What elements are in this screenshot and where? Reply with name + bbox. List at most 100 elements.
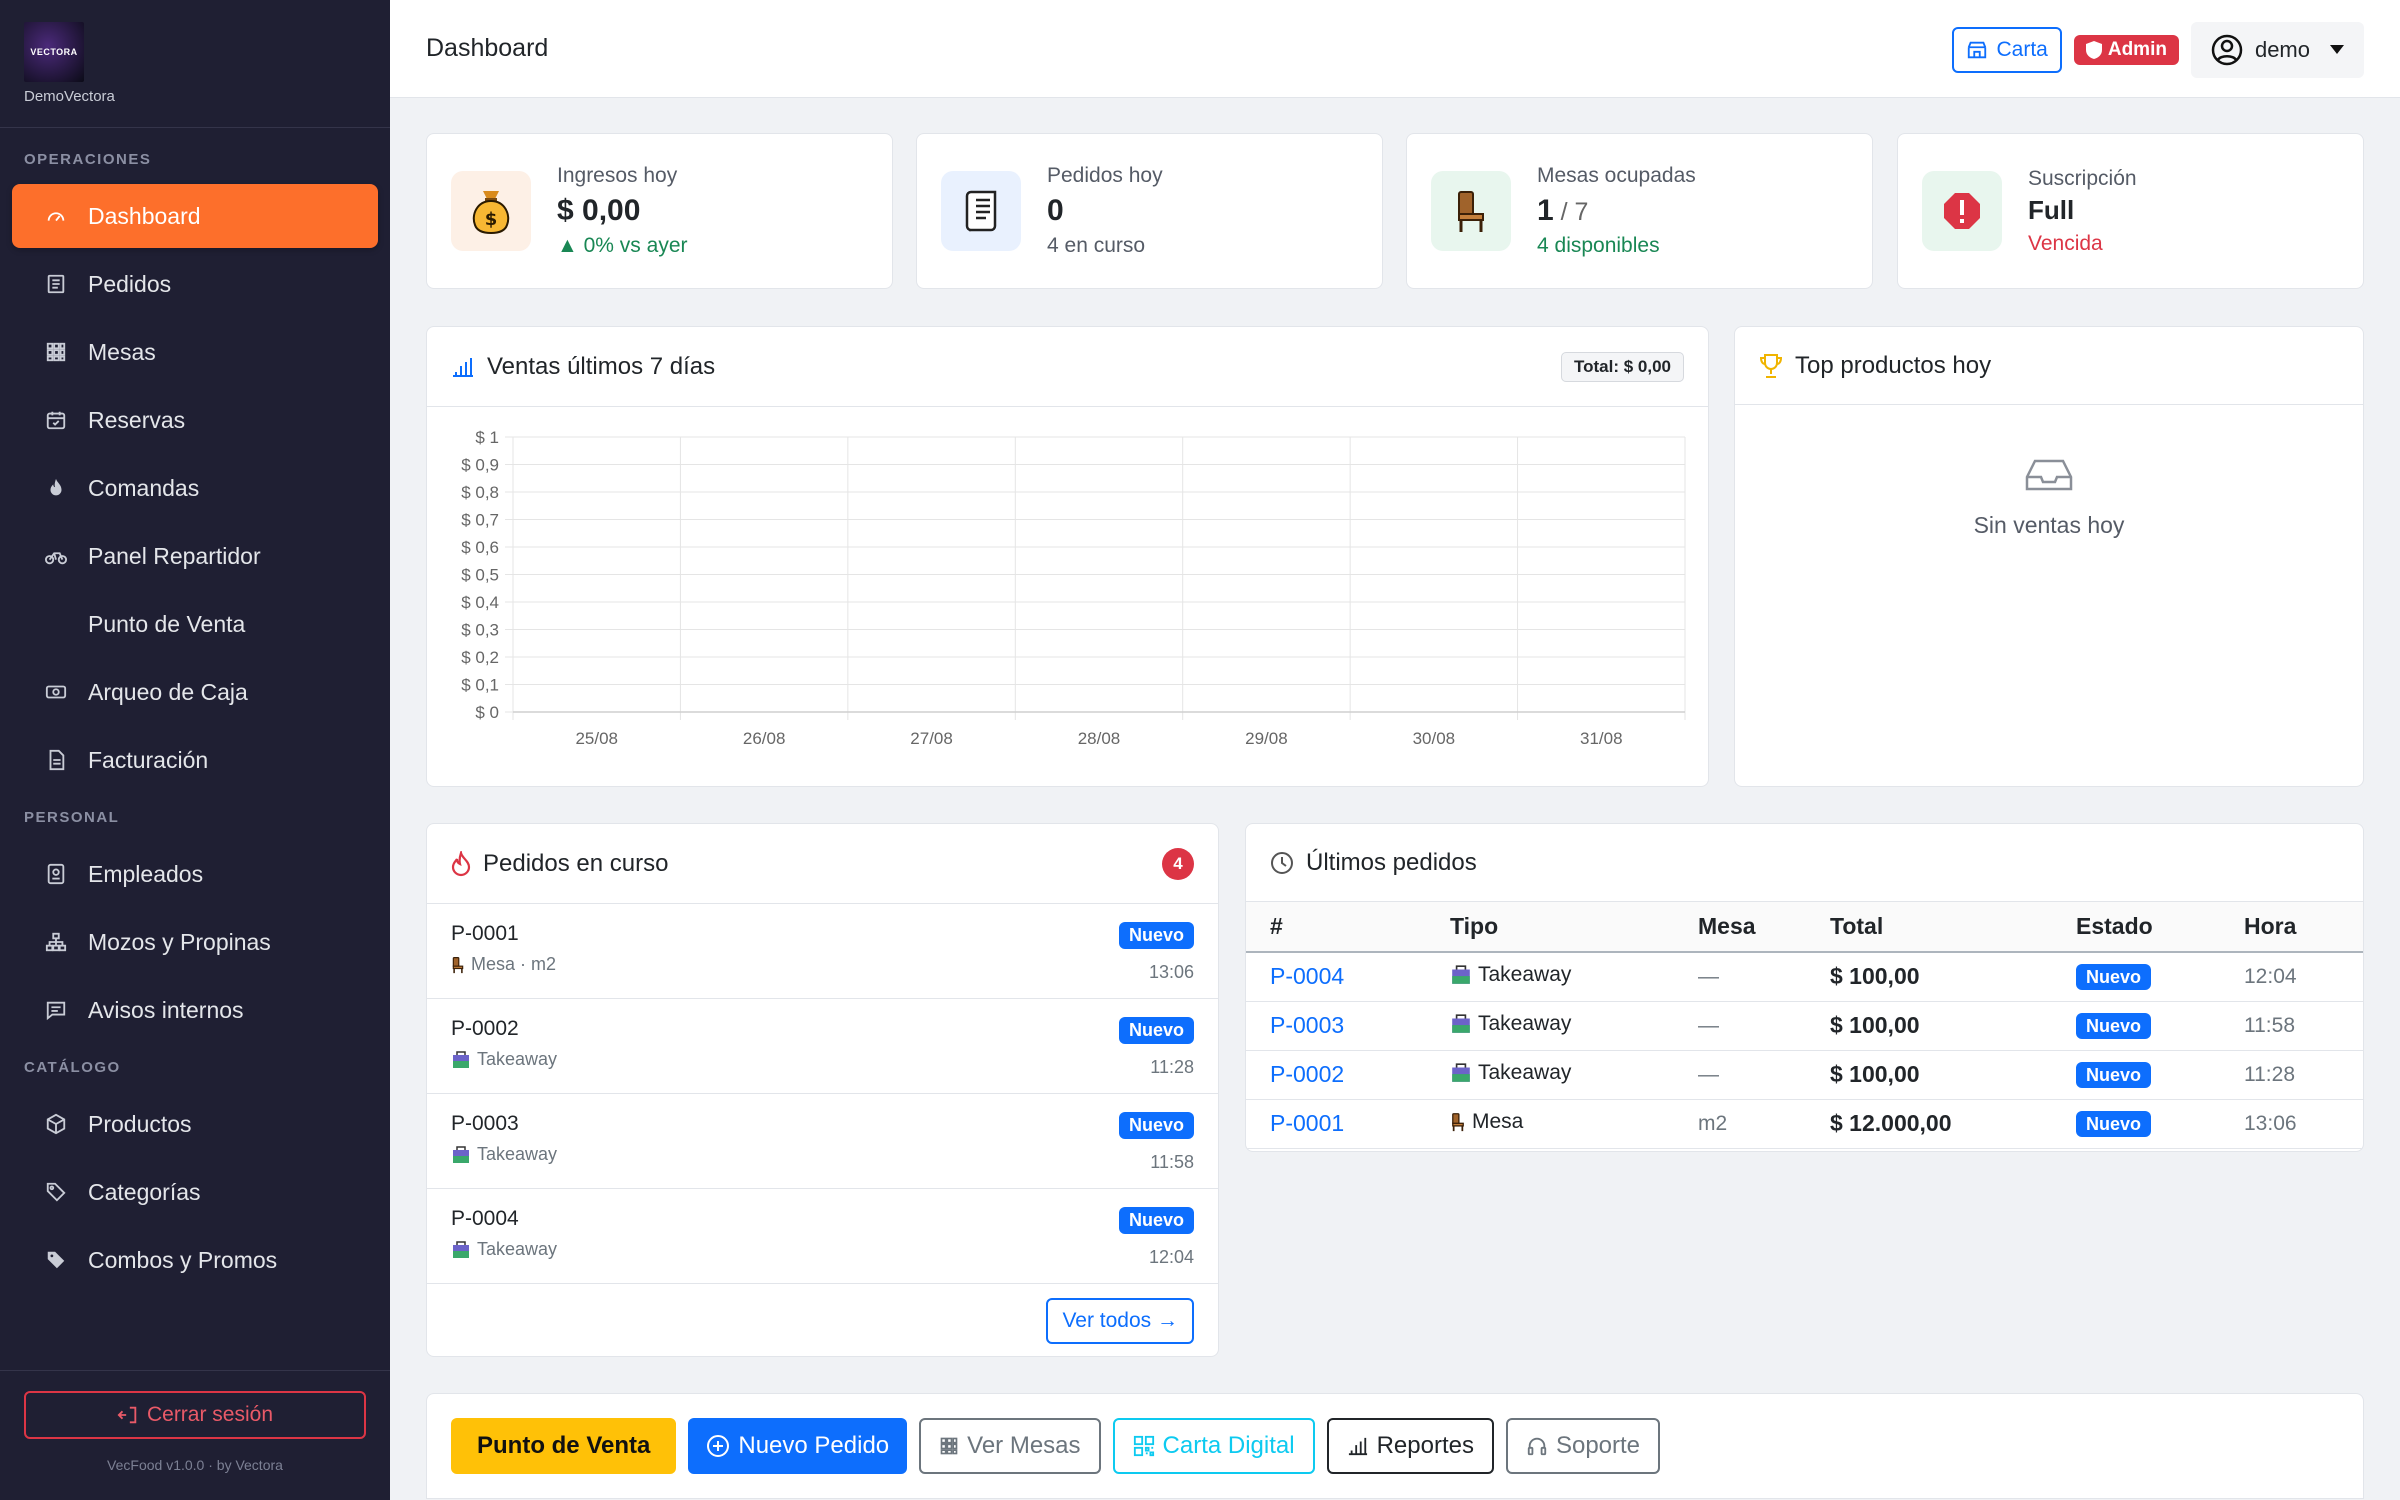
col-header[interactable]: Tipo (1426, 902, 1674, 953)
carta-button[interactable]: Carta (1952, 27, 2062, 73)
recent-orders-header: Últimos pedidos (1246, 824, 2363, 902)
sidebar-item-categorias[interactable]: Categorías (12, 1160, 378, 1224)
table-row[interactable]: P-0002 Takeaway — $ 100,00 Nuevo 11:28 (1246, 1050, 2363, 1100)
sidebar-item-comandas[interactable]: Comandas (12, 456, 378, 520)
list-item[interactable]: P-0003 Takeaway Nuevo 11:58 (427, 1094, 1218, 1189)
view-tables-button[interactable]: Ver Mesas (919, 1418, 1101, 1474)
list-item[interactable]: P-0004 Takeaway Nuevo 12:04 (427, 1189, 1218, 1284)
status-badge: Nuevo (2076, 1061, 2152, 1088)
stat-sub: 4 disponibles (1537, 234, 1660, 257)
stat-value: 1 (1537, 194, 1554, 227)
sidebar-item-label: Reservas (88, 406, 186, 433)
sidebar-item-pedidos[interactable]: Pedidos (12, 252, 378, 316)
sidebar-item-mozos-y-propinas[interactable]: Mozos y Propinas (12, 910, 378, 974)
order-time: 11:58 (2220, 1001, 2363, 1051)
order-table: — (1674, 952, 1806, 1002)
y-tick-label: $ 0 (475, 703, 499, 722)
stat-label: Suscripción (2028, 166, 2137, 190)
takeaway-bag-icon (451, 1145, 471, 1164)
see-all-button[interactable]: Ver todos → (1046, 1298, 1194, 1344)
pos-button[interactable]: Punto de Venta (451, 1418, 677, 1474)
sidebar-item-combos-y-promos[interactable]: Combos y Promos (12, 1228, 378, 1292)
stat-sub: 4 en curso (1047, 234, 1146, 257)
col-header[interactable]: Mesa (1674, 902, 1806, 953)
scroll-icon (941, 171, 1021, 251)
sidebar-item-reservas[interactable]: Reservas (12, 388, 378, 452)
sidebar-item-avisos-internos[interactable]: Avisos internos (12, 978, 378, 1042)
user-dropdown[interactable]: demo (2190, 22, 2364, 78)
sales-chart-card: Ventas últimos 7 días Total: $ 0,00 $ 0 $… (426, 326, 1709, 787)
admin-label: Admin (2107, 39, 2167, 60)
support-button[interactable]: Soporte (1505, 1418, 1661, 1474)
stat-card-mesas: Mesas ocupadas 1 / 7 4 disponibles (1406, 133, 1873, 289)
sidebar-item-punto-de-venta[interactable]: Punto de Venta (12, 592, 378, 656)
order-link[interactable]: P-0001 (1246, 1099, 1426, 1149)
y-tick-label: $ 0,8 (461, 483, 499, 502)
sidebar-item-label: Punto de Venta (88, 610, 246, 637)
carta-label: Carta (1996, 38, 2048, 61)
gauge-icon (44, 204, 68, 228)
col-header[interactable]: Total (1806, 902, 2052, 953)
sidebar-item-productos[interactable]: Productos (12, 1092, 378, 1156)
fire-icon (451, 850, 483, 877)
y-tick-label: $ 0,9 (461, 456, 499, 475)
new-order-button[interactable]: Nuevo Pedido (688, 1418, 908, 1474)
y-tick-label: $ 0,5 (461, 566, 499, 585)
order-time: 13:06 (1148, 962, 1194, 982)
col-header[interactable]: Estado (2052, 902, 2220, 953)
stat-sub: Vencida (2028, 231, 2103, 255)
order-link[interactable]: P-0002 (1246, 1050, 1426, 1100)
caret-down-icon (2330, 45, 2344, 55)
digital-menu-button[interactable]: Carta Digital (1112, 1418, 1315, 1474)
list-item[interactable]: P-0001 Mesa · m2 Nuevo 13:06 (427, 904, 1218, 999)
brand-logo[interactable]: VECTORA (24, 22, 84, 82)
sidebar-item-empleados[interactable]: Empleados (12, 842, 378, 906)
order-type: Takeaway (1478, 1060, 1572, 1084)
store-icon (1966, 39, 1988, 61)
sidebar-item-arqueo-de-caja[interactable]: Arqueo de Caja (12, 660, 378, 724)
order-table: m2 (1674, 1099, 1806, 1149)
table-row[interactable]: P-0003 Takeaway — $ 100,00 Nuevo 11:58 (1246, 1001, 2363, 1051)
stat-value-suffix: / 7 (1553, 198, 1589, 226)
sidebar-item-label: Mozos y Propinas (88, 928, 271, 955)
order-time: 11:28 (2220, 1050, 2363, 1100)
stat-value: Full (2028, 194, 2075, 225)
reports-button[interactable]: Reportes (1326, 1418, 1494, 1474)
x-tick-label: 31/08 (1580, 729, 1623, 748)
table-row[interactable]: P-0001 Mesa m2 $ 12.000,00 Nuevo 13:06 (1246, 1099, 2363, 1149)
order-time: 12:04 (2220, 952, 2363, 1002)
sidebar-item-facturacion[interactable]: Facturación (12, 728, 378, 792)
chair-icon (1450, 1112, 1466, 1132)
sidebar-item-dashboard[interactable]: Dashboard (12, 184, 378, 248)
order-link[interactable]: P-0004 (1246, 952, 1426, 1002)
sidebar-item-panel-repartidor[interactable]: Panel Repartidor (12, 524, 378, 588)
order-time: 11:58 (1150, 1152, 1194, 1172)
order-table: — (1674, 1050, 1806, 1100)
sidebar-item-label: Arqueo de Caja (88, 678, 248, 705)
stat-card-pedidos: Pedidos hoy 0 4 en curso (916, 133, 1383, 289)
logout-button[interactable]: Cerrar sesión (24, 1391, 366, 1439)
order-total: $ 100,00 (1806, 1001, 2052, 1051)
col-header[interactable]: # (1246, 902, 1426, 953)
in-progress-header: Pedidos en curso 4 (427, 824, 1218, 904)
receipt-icon (44, 272, 68, 296)
stat-label: Ingresos hoy (557, 164, 678, 187)
x-tick-label: 29/08 (1245, 729, 1288, 748)
takeaway-bag-icon (1450, 1062, 1472, 1083)
order-code: P-0001 (451, 922, 519, 945)
recent-orders-table: # Tipo Mesa Total Estado Hora P-0004 Tak… (1246, 902, 2363, 1149)
y-tick-label: $ 0,6 (461, 538, 499, 557)
support-label: Soporte (1555, 1432, 1641, 1459)
cash-icon (44, 680, 68, 704)
sidebar-item-mesas[interactable]: Mesas (12, 320, 378, 384)
count-badge: 4 (1162, 847, 1194, 880)
order-link[interactable]: P-0003 (1246, 1001, 1426, 1051)
top-header: Dashboard Carta Admin demo (390, 0, 2400, 98)
grid-icon (939, 1436, 959, 1456)
top-products-card: Top productos hoy Sin ventas hoy (1734, 326, 2364, 787)
list-item[interactable]: P-0002 Takeaway Nuevo 11:28 (427, 999, 1218, 1094)
order-total: $ 12.000,00 (1806, 1099, 2052, 1149)
col-header[interactable]: Hora (2220, 902, 2363, 953)
status-badge: Nuevo (1118, 922, 1194, 949)
table-row[interactable]: P-0004 Takeaway — $ 100,00 Nuevo 12:04 (1246, 952, 2363, 1002)
